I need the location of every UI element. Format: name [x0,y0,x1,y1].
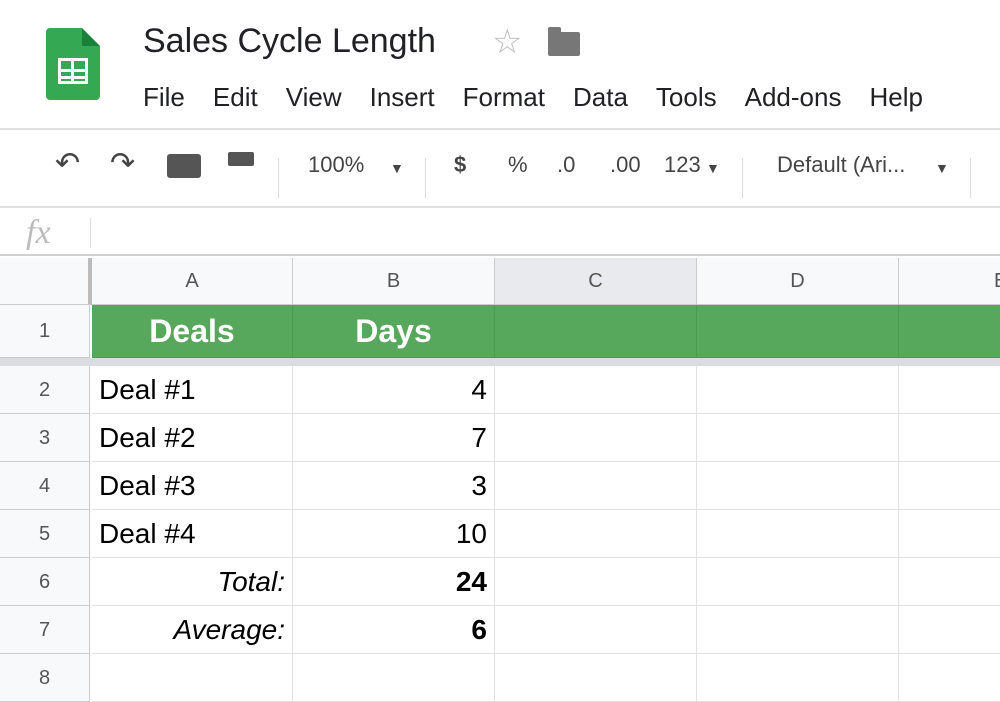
column-header-c[interactable]: C [495,258,697,305]
cell-d6[interactable] [697,558,899,606]
chevron-down-icon[interactable]: ▼ [935,160,949,176]
cell-b6[interactable]: 24 [293,558,495,606]
increase-decimal-button[interactable]: .00 [610,152,641,178]
menu-file[interactable]: File [143,82,185,113]
cell-b8[interactable] [293,654,495,702]
cell-c6[interactable] [495,558,697,606]
cell-b5[interactable]: 10 [293,510,495,558]
cell-e1[interactable] [899,305,1000,358]
cell-d4[interactable] [697,462,899,510]
column-header-e[interactable]: E [899,258,1000,305]
undo-icon[interactable]: ↶ [55,146,80,181]
folder-icon[interactable] [548,27,580,56]
cell-b1[interactable]: Days [293,305,495,358]
cell-e4[interactable] [899,462,1000,510]
cell-c3[interactable] [495,414,697,462]
cell-e2[interactable] [899,366,1000,414]
row-header-5[interactable]: 5 [0,510,90,558]
cell-a7[interactable]: Average: [92,606,293,654]
divider [0,128,1000,130]
row-header-4[interactable]: 4 [0,462,90,510]
cell-e7[interactable] [899,606,1000,654]
cell-a8[interactable] [92,654,293,702]
menu-tools[interactable]: Tools [656,82,717,113]
cell-c7[interactable] [495,606,697,654]
row-header-6[interactable]: 6 [0,558,90,606]
cell-e3[interactable] [899,414,1000,462]
cell-c5[interactable] [495,510,697,558]
menu-view[interactable]: View [286,82,342,113]
menu-insert[interactable]: Insert [370,82,435,113]
paint-format-icon[interactable] [228,152,254,166]
cell-b4[interactable]: 3 [293,462,495,510]
chevron-down-icon[interactable]: ▼ [390,160,404,176]
decrease-decimal-button[interactable]: .0 [557,152,575,178]
print-icon[interactable] [167,154,201,178]
column-header-b[interactable]: B [293,258,495,305]
chevron-down-icon[interactable]: ▼ [706,160,720,176]
cell-a2[interactable]: Deal #1 [92,366,293,414]
star-icon[interactable]: ☆ [492,22,522,62]
cell-e8[interactable] [899,654,1000,702]
cell-b3[interactable]: 7 [293,414,495,462]
cell-a6[interactable]: Total: [92,558,293,606]
menu-edit[interactable]: Edit [213,82,258,113]
column-header-d[interactable]: D [697,258,899,305]
menu-format[interactable]: Format [463,82,545,113]
cell-c1[interactable] [495,305,697,358]
select-all-corner[interactable] [0,258,92,305]
cell-d2[interactable] [697,366,899,414]
toolbar: ↶ ↷ 100% ▼ $ % .0 .00 123 ▼ Default (Ari… [0,140,1000,198]
menu-addons[interactable]: Add-ons [745,82,842,113]
font-select[interactable]: Default (Ari... [777,152,905,178]
row-header-2[interactable]: 2 [0,366,90,414]
menu-help[interactable]: Help [869,82,922,113]
cell-d5[interactable] [697,510,899,558]
cell-d1[interactable] [697,305,899,358]
menu-data[interactable]: Data [573,82,628,113]
cell-d3[interactable] [697,414,899,462]
percent-button[interactable]: % [508,152,528,178]
zoom-select[interactable]: 100% [308,152,364,178]
cell-e6[interactable] [899,558,1000,606]
currency-button[interactable]: $ [454,152,466,178]
cell-c2[interactable] [495,366,697,414]
cell-b7[interactable]: 6 [293,606,495,654]
freeze-bar[interactable] [0,358,1000,366]
menu-bar: File Edit View Insert Format Data Tools … [143,82,951,113]
cell-a4[interactable]: Deal #3 [92,462,293,510]
column-header-a[interactable]: A [92,258,293,305]
more-formats-button[interactable]: 123 [664,152,701,178]
cell-c4[interactable] [495,462,697,510]
cell-a1[interactable]: Deals [92,305,293,358]
sheets-logo[interactable] [46,28,100,100]
cell-c8[interactable] [495,654,697,702]
cell-d8[interactable] [697,654,899,702]
cell-b2[interactable]: 4 [293,366,495,414]
cell-a5[interactable]: Deal #4 [92,510,293,558]
cell-e5[interactable] [899,510,1000,558]
formula-bar[interactable]: fx [0,206,1000,256]
row-header-7[interactable]: 7 [0,606,90,654]
redo-icon[interactable]: ↷ [110,146,135,181]
cell-a3[interactable]: Deal #2 [92,414,293,462]
row-header-3[interactable]: 3 [0,414,90,462]
document-title[interactable]: Sales Cycle Length [143,22,436,61]
row-header-8[interactable]: 8 [0,654,90,702]
row-header-1[interactable]: 1 [0,305,90,358]
cell-d7[interactable] [697,606,899,654]
fx-icon: fx [26,214,51,251]
